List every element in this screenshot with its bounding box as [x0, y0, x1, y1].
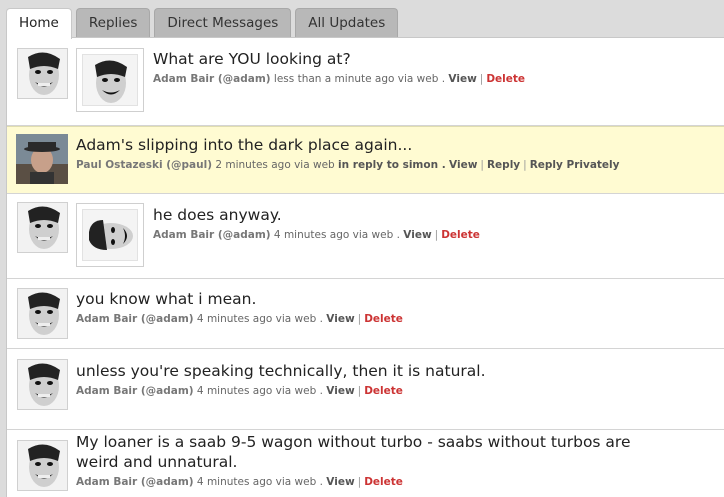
view-link[interactable]: View — [326, 476, 354, 488]
delete-link[interactable]: Delete — [486, 73, 525, 85]
status-text: My loaner is a saab 9-5 wagon without tu… — [76, 433, 631, 471]
timestamp: 4 minutes ago via web . — [196, 313, 323, 325]
status-text: Adam's slipping into the dark place agai… — [76, 136, 413, 154]
status-item: unless you're speaking technically, then… — [7, 349, 724, 430]
avatar[interactable] — [17, 359, 68, 410]
tab-replies[interactable]: Replies — [75, 8, 151, 38]
avatar[interactable] — [17, 288, 68, 339]
status-meta: Adam Bair (@adam) less than a minute ago… — [153, 73, 526, 85]
status-text: you know what i mean. — [76, 290, 257, 308]
image-thumbnail[interactable] — [76, 48, 144, 112]
status-meta: Adam Bair (@adam) 4 minutes ago via web … — [153, 229, 480, 241]
status-item: My loaner is a saab 9-5 wagon without tu… — [7, 430, 724, 497]
image-thumbnail[interactable] — [76, 203, 144, 267]
author-link[interactable]: Paul Ostazeski (@paul) — [76, 159, 212, 171]
view-link[interactable]: View — [403, 229, 431, 241]
view-link[interactable]: View — [326, 313, 354, 325]
reply-privately-link[interactable]: Reply Privately — [530, 159, 620, 171]
status-text: he does anyway. — [153, 206, 282, 224]
timestamp: 4 minutes ago via web . — [273, 229, 400, 241]
avatar[interactable] — [17, 440, 68, 491]
view-link[interactable]: View — [326, 385, 354, 397]
timestamp: 2 minutes ago via web — [215, 159, 335, 171]
in-reply-to-link[interactable]: in reply to simon . — [338, 159, 446, 171]
status-item: he does anyway. Adam Bair (@adam) 4 minu… — [7, 194, 724, 279]
tab-home[interactable]: Home — [6, 8, 72, 39]
avatar[interactable] — [16, 134, 68, 184]
author-link[interactable]: Adam Bair (@adam) — [76, 476, 194, 488]
tab-bar: Home Replies Direct Messages All Updates — [6, 8, 402, 39]
status-text: unless you're speaking technically, then… — [76, 362, 486, 380]
status-item: you know what i mean. Adam Bair (@adam) … — [7, 279, 724, 349]
author-link[interactable]: Adam Bair (@adam) — [153, 229, 271, 241]
author-link[interactable]: Adam Bair (@adam) — [153, 73, 271, 85]
status-item: Adam's slipping into the dark place agai… — [7, 126, 724, 194]
author-link[interactable]: Adam Bair (@adam) — [76, 385, 194, 397]
timestamp: less than a minute ago via web . — [273, 73, 446, 85]
status-meta: Adam Bair (@adam) 4 minutes ago via web … — [76, 385, 403, 397]
status-meta: Adam Bair (@adam) 4 minutes ago via web … — [76, 476, 403, 488]
timestamp: 4 minutes ago via web . — [196, 476, 323, 488]
delete-link[interactable]: Delete — [364, 313, 403, 325]
tab-all-updates[interactable]: All Updates — [295, 8, 399, 38]
view-link[interactable]: View — [448, 73, 476, 85]
status-meta: Paul Ostazeski (@paul) 2 minutes ago via… — [76, 159, 620, 171]
status-item: What are YOU looking at? Adam Bair (@ada… — [7, 38, 724, 126]
status-meta: Adam Bair (@adam) 4 minutes ago via web … — [76, 313, 403, 325]
timeline-panel: ? What are YOU looking at? Adam Bair (@a… — [6, 37, 724, 497]
tab-direct-messages[interactable]: Direct Messages — [154, 8, 292, 38]
author-link[interactable]: Adam Bair (@adam) — [76, 313, 194, 325]
status-text: What are YOU looking at? — [153, 50, 351, 68]
avatar[interactable] — [17, 48, 68, 99]
reply-link[interactable]: Reply — [487, 159, 520, 171]
delete-link[interactable]: Delete — [364, 385, 403, 397]
delete-link[interactable]: Delete — [364, 476, 403, 488]
delete-link[interactable]: Delete — [441, 229, 480, 241]
view-link[interactable]: View — [449, 159, 477, 171]
timestamp: 4 minutes ago via web . — [196, 385, 323, 397]
avatar[interactable] — [17, 202, 68, 253]
